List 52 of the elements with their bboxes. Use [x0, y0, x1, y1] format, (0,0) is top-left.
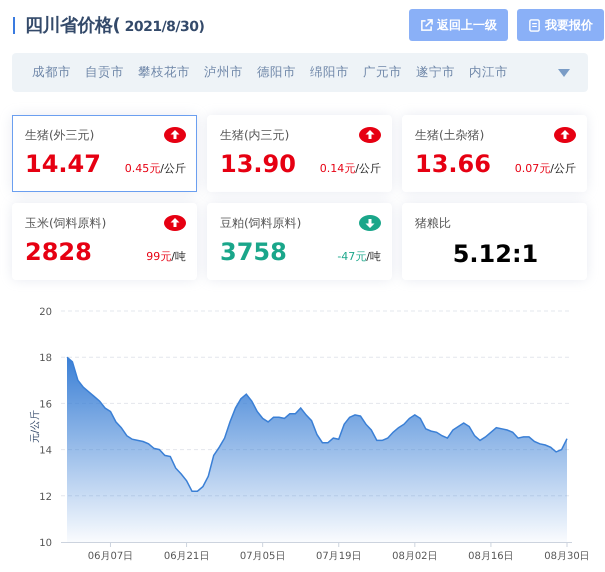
price-change: -47元/吨	[337, 249, 381, 264]
x-axis-label: 07月19日	[316, 551, 362, 562]
price-change: 0.45元/公斤	[124, 161, 186, 176]
share-icon	[420, 18, 433, 32]
y-axis-label: 10	[39, 538, 52, 549]
x-axis-label: 07月05日	[240, 551, 286, 562]
city-link[interactable]: 遂宁市	[416, 64, 455, 81]
city-link[interactable]: 广元市	[363, 64, 402, 81]
y-axis-label: 12	[39, 492, 52, 503]
page-title: 四川省价格( 2021/8/30)	[25, 14, 204, 37]
y-axis-label: 16	[39, 399, 52, 410]
price-card[interactable]: 玉米(饲料原料) 2828 99元/吨	[12, 203, 197, 280]
price-value: 14.47	[25, 150, 101, 178]
price-value: 13.90	[220, 150, 296, 178]
card-label: 玉米(饲料原料)	[25, 214, 106, 232]
price-change: 0.14元/公斤	[320, 161, 381, 176]
city-link[interactable]: 攀枝花市	[138, 64, 190, 81]
y-axis-label: 18	[39, 353, 52, 364]
price-change: 0.07元/公斤	[514, 161, 576, 176]
price-card[interactable]: 生猪(土杂猪) 13.66 0.07元/公斤	[402, 115, 587, 192]
city-link[interactable]: 成都市	[32, 64, 71, 81]
city-link[interactable]: 德阳市	[257, 64, 296, 81]
x-axis-label: 06月07日	[88, 551, 134, 562]
price-value: 2828	[25, 238, 92, 266]
city-link[interactable]: 内江市	[469, 64, 508, 81]
card-label: 生猪(外三元)	[25, 126, 94, 144]
card-label: 猪粮比	[415, 214, 451, 232]
city-link[interactable]: 泸州市	[204, 64, 243, 81]
y-axis-label: 20	[39, 307, 52, 318]
x-axis-label: 08月30日	[544, 551, 590, 562]
price-value: 13.66	[415, 150, 491, 178]
price-card[interactable]: 猪粮比 5.12:1	[402, 203, 587, 280]
x-axis-label: 08月02日	[392, 551, 438, 562]
y-axis-title: 元/公斤	[30, 410, 41, 444]
dropdown-caret-icon[interactable]	[558, 68, 570, 76]
city-link[interactable]: 自贡市	[85, 64, 124, 81]
price-card[interactable]: 生猪(外三元) 14.47 0.45元/公斤	[12, 115, 197, 192]
card-label: 生猪(土杂猪)	[415, 126, 484, 144]
card-label: 生猪(内三元)	[220, 126, 290, 144]
card-label: 豆粕(饲料原料)	[220, 214, 302, 232]
x-axis-label: 06月21日	[164, 551, 210, 562]
price-value: 3758	[220, 238, 287, 266]
y-axis-label: 14	[39, 446, 52, 457]
price-change: 99元/吨	[146, 249, 186, 264]
header-button[interactable]: 返回上一级	[409, 9, 508, 41]
x-axis-label: 08月16日	[468, 551, 514, 562]
city-link[interactable]: 绵阳市	[310, 64, 349, 81]
price-card[interactable]: 豆粕(饲料原料) 3758 -47元/吨	[207, 203, 392, 280]
header-button[interactable]: 我要报价	[517, 9, 604, 41]
ratio-value: 5.12:1	[452, 240, 540, 268]
document-icon	[528, 18, 541, 32]
price-card[interactable]: 生猪(内三元) 13.90 0.14元/公斤	[207, 115, 392, 192]
